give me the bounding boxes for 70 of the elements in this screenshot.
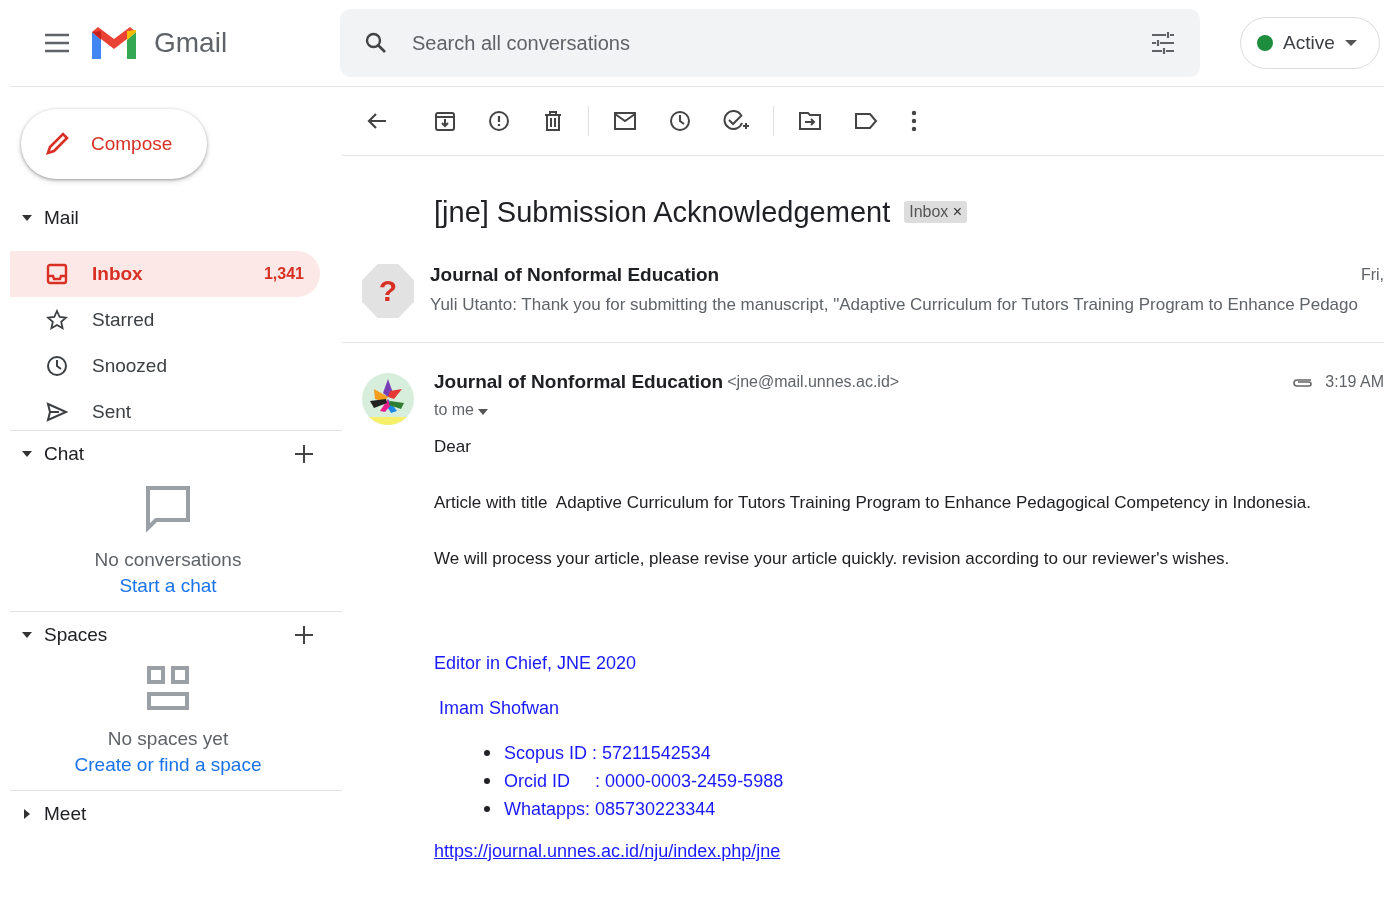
alert-circle-icon[interactable] [488, 110, 510, 132]
folder-item[interactable]: Inbox 1,341 [10, 251, 320, 297]
chat-bubble-icon [145, 485, 191, 533]
clock-icon [46, 355, 68, 377]
message-time: 3:19 AM [1325, 373, 1384, 391]
clock-icon[interactable] [669, 110, 691, 132]
signature-detail: Orcid ID : 0000-0003-2459-5988 [504, 770, 784, 792]
folder-item[interactable]: Snoozed [10, 343, 320, 389]
bullet-icon [484, 778, 490, 784]
bullet-icon [484, 806, 490, 812]
filter-sliders-icon[interactable] [1150, 30, 1176, 56]
caret-icon [1344, 39, 1357, 47]
create-space-link[interactable]: Create or find a space [74, 754, 262, 776]
collapse-caret-icon[interactable] [22, 449, 32, 459]
send-icon [46, 401, 68, 423]
more-icon[interactable] [910, 110, 918, 132]
section-title[interactable]: Chat [44, 443, 85, 465]
journal-link[interactable]: https://journal.unnes.ac.id/nju/index.php/jne [434, 841, 781, 862]
label-chip: Inbox × [904, 201, 968, 223]
empty-message: No spaces yet [107, 728, 229, 750]
body-paragraph: We will process your article, please revise your article quickly. revision according to our reviewer's wishes. [434, 549, 1231, 569]
star-icon [46, 309, 68, 331]
unknown-sender-avatar: ? [362, 264, 414, 318]
email-subject: [jne] Submission Acknowledgement [434, 195, 891, 229]
pencil-icon [43, 130, 71, 158]
sender-name: Journal of Nonformal Education [434, 371, 724, 393]
collapse-caret-icon[interactable] [22, 213, 32, 223]
signature-detail: Scopus ID : 57211542534 [504, 742, 711, 764]
caret-icon [478, 409, 489, 415]
inbox-tray-icon [46, 263, 68, 285]
collapse-caret-icon[interactable] [22, 630, 32, 640]
spaces-grid-icon [147, 666, 189, 712]
collapse-caret-icon[interactable] [22, 809, 32, 819]
section-title[interactable]: Spaces [44, 624, 108, 646]
body-paragraph: Article with title Adaptive Curriculum for Tutors Training Program to Enhance Pedagogical Competency in Indonesia. [434, 493, 1312, 513]
section-title[interactable]: Meet [44, 803, 87, 825]
remove-label-button[interactable]: × [952, 203, 963, 220]
search-input[interactable]: Search all conversations [410, 22, 1128, 64]
menu-icon[interactable] [44, 33, 70, 53]
folder-arrow-icon[interactable] [798, 110, 822, 132]
folder-item[interactable]: Sent [10, 389, 320, 427]
section-title[interactable]: Mail [44, 207, 79, 229]
sender-email: <jne@mail.unnes.ac.id> [727, 373, 900, 391]
archive-icon[interactable] [434, 110, 456, 132]
envelope-icon[interactable] [613, 110, 637, 132]
label-tag-icon[interactable] [854, 110, 878, 132]
sender-name: Journal of Nonformal Education [430, 264, 720, 286]
unread-count: 1,341 [263, 265, 304, 283]
search-icon[interactable] [364, 31, 388, 55]
plus-icon[interactable] [294, 625, 314, 645]
app-name: Gmail [154, 27, 228, 59]
trash-icon[interactable] [542, 110, 564, 132]
signature-detail: Whatapps: 085730223344 [504, 798, 716, 820]
message-date: Fri, [1360, 266, 1384, 284]
bullet-icon [484, 750, 490, 756]
status-button[interactable]: Active [1240, 17, 1380, 69]
signature-name: Imam Shofwan [438, 698, 561, 719]
recipient-dropdown[interactable]: to me [434, 401, 489, 419]
collapsed-message[interactable]: ? Journal of Nonformal Education Fri, Yuli Utanto: Thank you for submitting the manuscript, "Adaptive Curriculum for Tutors Training Program to Enhance Pedago [342, 238, 1384, 343]
empty-message: No conversations [94, 549, 242, 571]
signature-title: Editor in Chief, JNE 2020 [434, 653, 638, 674]
search-field[interactable]: Search all conversations [340, 9, 1200, 77]
plus-icon[interactable] [294, 444, 314, 464]
start-chat-link[interactable]: Start a chat [119, 575, 217, 597]
message-snippet: Yuli Utanto: Thank you for submitting the manuscript, "Adaptive Curriculum for Tutors Training Program to Enhance Pedago [430, 295, 1359, 315]
compose-button[interactable]: Compose [21, 109, 207, 179]
body-paragraph: Dear [434, 437, 472, 457]
check-plus-icon[interactable] [723, 110, 749, 132]
gmail-logo-icon[interactable] [90, 24, 138, 62]
folder-item[interactable]: Starred [10, 297, 320, 343]
